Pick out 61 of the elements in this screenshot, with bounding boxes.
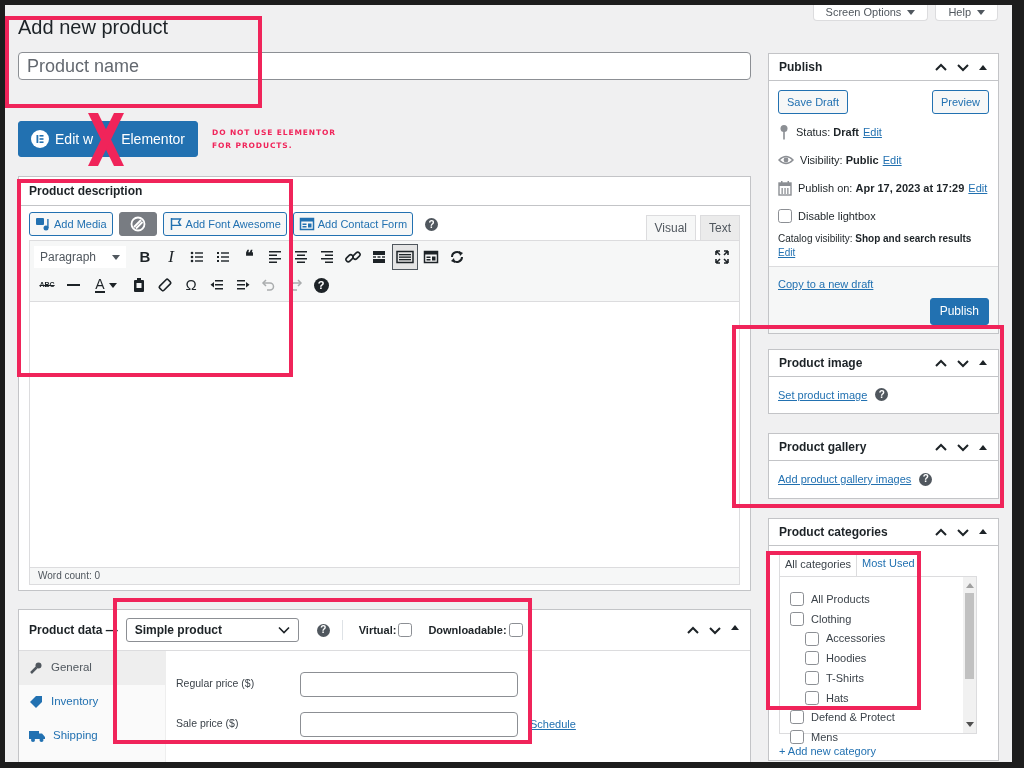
help-icon[interactable]: ?	[919, 472, 933, 486]
field-label: Regular price ($)	[176, 676, 256, 692]
editor-tab[interactable]: Visual	[645, 215, 696, 240]
preview-button[interactable]: Preview	[931, 90, 989, 114]
help-icon[interactable]: ?	[316, 623, 330, 637]
copy-draft-link[interactable]: Copy to a new draft	[778, 278, 874, 290]
blockquote-button[interactable]: ❝	[236, 244, 262, 270]
add-gallery-images-link[interactable]: Add product gallery images	[778, 471, 912, 488]
edit-with-elementor-button[interactable]: Edit w Elementor	[18, 121, 198, 157]
schedule-link[interactable]: Schedule	[530, 715, 576, 733]
text-color-button[interactable]: A	[86, 272, 126, 298]
status-text: Publish on: Apr 17, 2023 at 17:29	[798, 180, 965, 196]
panel-title: Product image	[779, 354, 863, 372]
panel-title: Product description	[29, 183, 143, 200]
category-label: T-Shirts	[826, 670, 864, 686]
editor-tab[interactable]: Text	[700, 215, 740, 240]
help-icon[interactable]: ?	[875, 388, 889, 402]
product-data-tab[interactable]: Inventory	[19, 685, 165, 719]
save-draft-button[interactable]: Save Draft	[778, 90, 848, 114]
dropdown-toggle-button[interactable]: Help	[935, 5, 998, 21]
field-label: Sale price ($)	[176, 716, 240, 732]
special-character-button[interactable]: Ω	[178, 272, 204, 298]
add-category-link[interactable]: + Add new category	[779, 742, 876, 759]
edit-link[interactable]: Edit	[778, 247, 796, 258]
option-label: Virtual:	[358, 622, 397, 638]
panel-title: Product categories	[779, 523, 888, 541]
format-select[interactable]: Paragraph	[34, 246, 126, 268]
add-media-button[interactable]: Add Media	[29, 212, 113, 236]
category-label: Hats	[826, 690, 849, 706]
keyboard-shortcuts-button[interactable]: ?	[308, 272, 334, 298]
add-contact-form-button[interactable]: Add Contact Form	[292, 212, 414, 236]
option-label: Downloadable:	[428, 622, 507, 638]
bold-button[interactable]: B	[132, 244, 158, 270]
category-label: Hoodies	[826, 651, 867, 667]
product-type-select[interactable]: Simple product	[125, 618, 299, 642]
category-label: Mens	[811, 729, 838, 745]
dropdown-toggle-button[interactable]: Screen Options	[812, 5, 929, 21]
edit-link[interactable]: Edit	[968, 179, 988, 197]
category-tab[interactable]: Most Used	[857, 551, 920, 576]
product-name-field[interactable]: Product name	[18, 52, 751, 80]
help-icon[interactable]: ?	[425, 218, 439, 231]
panel-title: Publish	[779, 59, 823, 76]
edit-link[interactable]: Edit	[862, 123, 882, 141]
category-label: Defend & Protect	[811, 710, 895, 726]
status-text: Status: Draft	[796, 124, 859, 140]
italic-button[interactable]: I	[158, 244, 184, 270]
product-data-tab[interactable]: Shipping	[19, 719, 165, 753]
add-font-awesome-button[interactable]: Add Font Awesome	[162, 212, 287, 236]
set-image-link[interactable]: Set product image	[778, 386, 868, 403]
checkbox-label: Disable lightbox	[798, 208, 876, 224]
category-label: Accessories	[826, 631, 886, 647]
catalog-visibility-text: Catalog visibility: Shop and search results	[778, 233, 972, 244]
word-count: Word count: 0	[30, 567, 739, 584]
publish-button[interactable]: Publish	[929, 297, 989, 325]
status-text: Visibility: Public	[800, 152, 879, 168]
product-data-tab[interactable]: General	[19, 651, 165, 685]
category-label: Clothing	[811, 611, 852, 627]
panel-title: Product gallery	[779, 439, 867, 456]
category-label: All Products	[811, 592, 870, 608]
page-title: Add new product	[18, 15, 170, 40]
edit-link[interactable]: Edit	[882, 151, 902, 169]
